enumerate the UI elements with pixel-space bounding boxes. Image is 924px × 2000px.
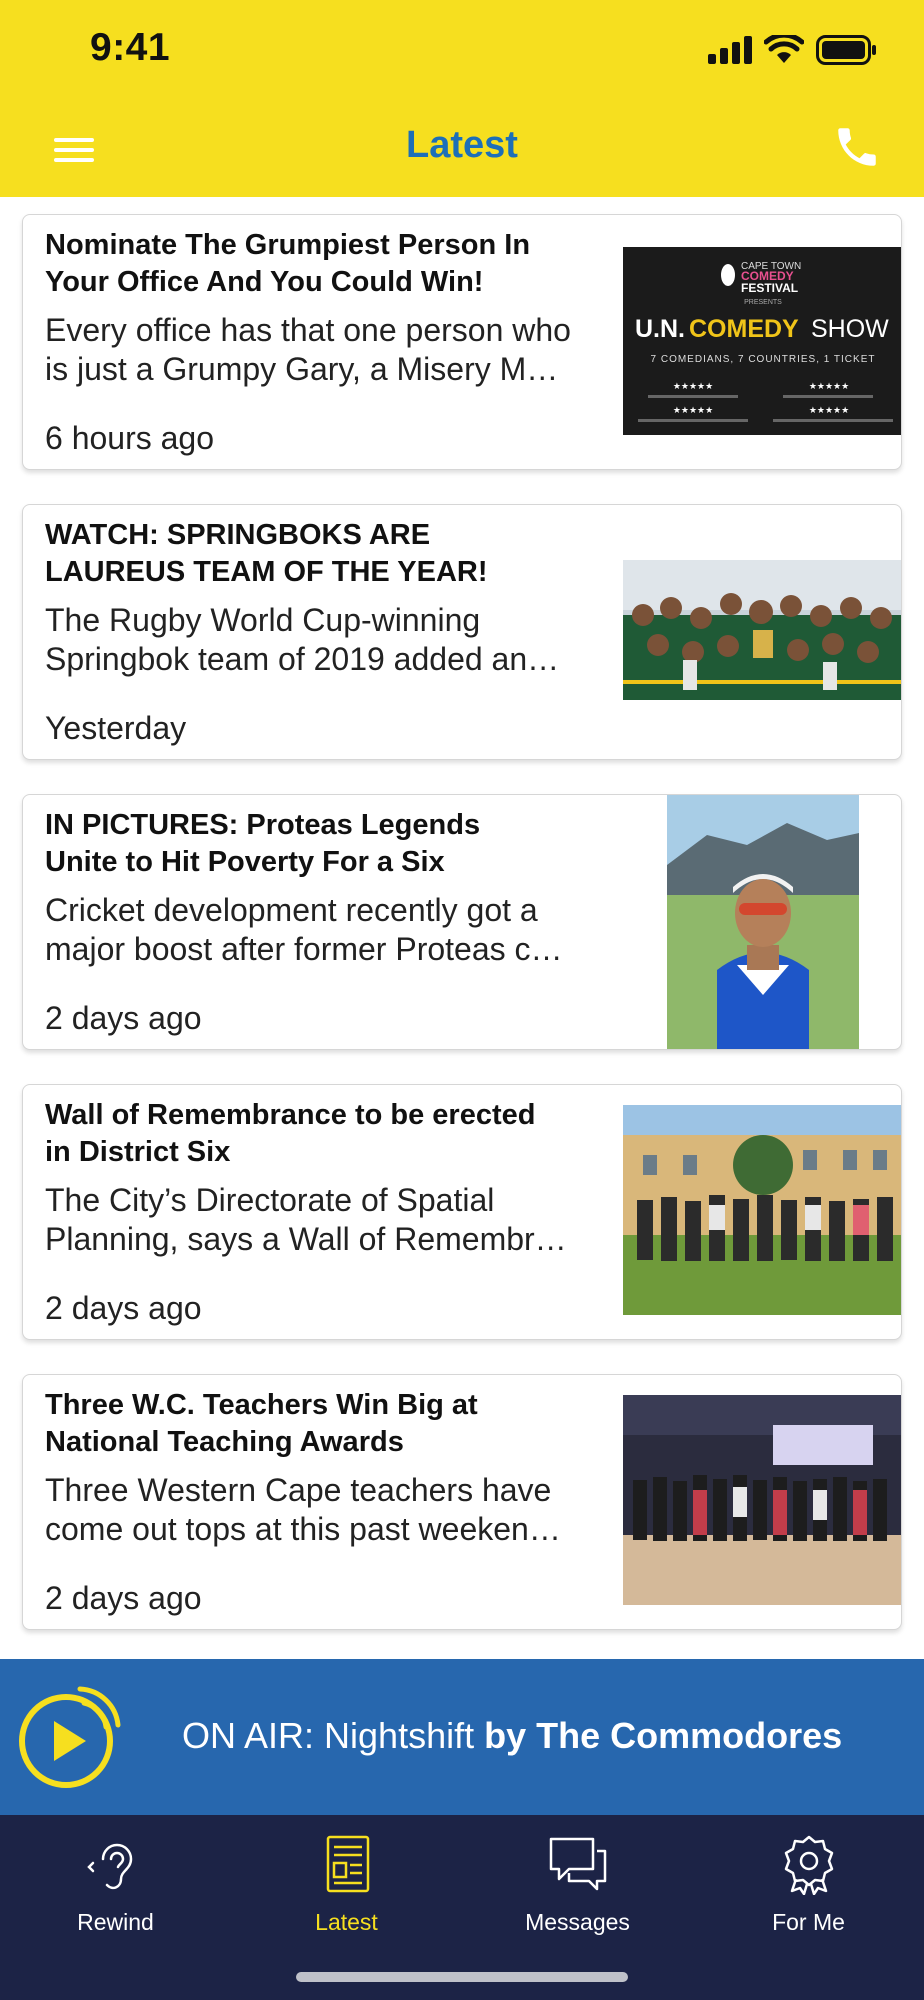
news-summary: The City’s Directorate of Spatial Planni… — [45, 1181, 625, 1259]
news-card-text: IN PICTURES: Proteas Legends Unite to Hi… — [45, 807, 625, 969]
status-time: 9:41 — [90, 26, 171, 69]
tab-latest[interactable]: Latest — [231, 1815, 462, 1965]
news-thumbnail-teachers — [623, 1395, 901, 1605]
headline-line: WATCH: SPRINGBOKS ARE — [45, 519, 431, 551]
news-summary: Cricket development recently got a major… — [45, 891, 625, 969]
home-indicator[interactable] — [296, 1972, 628, 1982]
summary-line: is just a Grumpy Gary, a Misery M… — [45, 351, 559, 387]
news-summary: Every office has that one person who is … — [45, 311, 625, 389]
now-playing-artist: by The Commodores — [484, 1715, 843, 1756]
news-card-text: Nominate The Grumpiest Person In Your Of… — [45, 227, 625, 389]
poster-presents: PRESENTS — [744, 299, 782, 306]
play-icon[interactable] — [14, 1681, 126, 1793]
headline-line: Unite to Hit Poverty For a Six — [45, 846, 445, 878]
news-card[interactable]: WATCH: SPRINGBOKS ARE LAUREUS TEAM OF TH… — [22, 504, 902, 760]
group-photo-district-six — [623, 1105, 901, 1315]
news-headline: Nominate The Grumpiest Person In Your Of… — [45, 227, 625, 301]
poster-stars: ★★★★★ — [809, 406, 849, 416]
headline-line: Three W.C. Teachers Win Big at — [45, 1389, 478, 1421]
news-card-text: Wall of Remembrance to be erected in Dis… — [45, 1097, 625, 1259]
poster-show-suffix: SHOW — [811, 315, 889, 343]
news-headline: Wall of Remembrance to be erected in Dis… — [45, 1097, 625, 1171]
cricketer-photo — [667, 795, 859, 1049]
summary-line: Springbok team of 2019 added an… — [45, 641, 560, 677]
summary-line: The City’s Directorate of Spatial — [45, 1182, 495, 1218]
tab-for-me[interactable]: For Me — [693, 1815, 924, 1965]
summary-line: come out tops at this past weeken… — [45, 1511, 561, 1547]
headline-line: National Teaching Awards — [45, 1426, 404, 1458]
newspaper-icon — [326, 1835, 370, 1893]
poster-stars: ★★★★★ — [809, 382, 849, 392]
poster-show-comedy: COMEDY — [689, 315, 799, 343]
headline-line: Wall of Remembrance to be erected — [45, 1099, 536, 1131]
springboks-photo — [623, 560, 901, 700]
news-headline: IN PICTURES: Proteas Legends Unite to Hi… — [45, 807, 625, 881]
news-thumbnail-comedy-poster: CAPE TOWN COMEDY FESTIVAL PRESENTS U.N. … — [623, 247, 901, 435]
now-playing-text: ON AIR: Nightshift by The Commodores — [182, 1715, 842, 1757]
chat-bubbles-icon — [549, 1837, 607, 1891]
headline-line: in District Six — [45, 1136, 231, 1168]
news-thumbnail-proteas — [667, 795, 859, 1049]
headline-line: Your Office And You Could Win! — [45, 266, 484, 298]
ear-icon — [87, 1843, 133, 1890]
news-headline: WATCH: SPRINGBOKS ARE LAUREUS TEAM OF TH… — [45, 517, 625, 591]
phone-icon[interactable] — [832, 122, 882, 172]
news-time: 2 days ago — [45, 1580, 202, 1616]
comedy-poster-image: CAPE TOWN COMEDY FESTIVAL PRESENTS U.N. … — [623, 247, 901, 435]
battery-icon — [816, 35, 876, 65]
poster-stars: ★★★★★ — [673, 406, 713, 416]
news-card-text: WATCH: SPRINGBOKS ARE LAUREUS TEAM OF TH… — [45, 517, 625, 679]
news-card-text: Three W.C. Teachers Win Big at National … — [45, 1387, 625, 1549]
news-time: 2 days ago — [45, 1000, 202, 1036]
badge-icon — [784, 1835, 834, 1895]
tab-label: Rewind — [77, 1909, 154, 1935]
poster-show-prefix: U.N. — [635, 315, 685, 343]
news-card[interactable]: Wall of Remembrance to be erected in Dis… — [22, 1084, 902, 1340]
now-playing-bar[interactable]: ON AIR: Nightshift by The Commodores — [0, 1659, 924, 1815]
news-time: 6 hours ago — [45, 420, 215, 456]
tab-label: For Me — [772, 1909, 845, 1935]
news-headline: Three W.C. Teachers Win Big at National … — [45, 1387, 625, 1461]
news-time: Yesterday — [45, 710, 187, 746]
news-card[interactable]: IN PICTURES: Proteas Legends Unite to Hi… — [22, 794, 902, 1050]
cellular-signal-icon — [708, 36, 752, 64]
summary-line: Every office has that one person who — [45, 312, 571, 348]
news-card[interactable]: Three W.C. Teachers Win Big at National … — [22, 1374, 902, 1630]
news-card[interactable]: Nominate The Grumpiest Person In Your Of… — [22, 214, 902, 470]
tab-label: Latest — [315, 1909, 378, 1935]
news-list[interactable]: Nominate The Grumpiest Person In Your Of… — [0, 197, 924, 1659]
tab-rewind[interactable]: Rewind — [0, 1815, 231, 1965]
headline-line: IN PICTURES: Proteas Legends — [45, 809, 481, 841]
now-playing-show: ON AIR: Nightshift — [182, 1715, 475, 1756]
poster-festival-line3: FESTIVAL — [741, 281, 798, 295]
summary-line: Three Western Cape teachers have — [45, 1472, 552, 1508]
headline-line: Nominate The Grumpiest Person In — [45, 229, 531, 261]
poster-tagline: 7 COMEDIANS, 7 COUNTRIES, 1 TICKET — [651, 354, 876, 365]
wifi-icon — [764, 35, 804, 63]
summary-line: Planning, says a Wall of Remembr… — [45, 1221, 567, 1257]
page-title: Latest — [406, 124, 518, 166]
poster-stars: ★★★★★ — [673, 382, 713, 392]
headline-line: LAUREUS TEAM OF THE YEAR! — [45, 556, 488, 588]
news-thumbnail-springboks — [623, 560, 901, 700]
app-header: 9:41 Latest — [0, 0, 924, 197]
tab-messages[interactable]: Messages — [462, 1815, 693, 1965]
news-time: 2 days ago — [45, 1290, 202, 1326]
news-thumbnail-district-six — [623, 1105, 901, 1315]
tab-label: Messages — [525, 1909, 630, 1935]
summary-line: major boost after former Proteas c… — [45, 931, 563, 967]
news-summary: Three Western Cape teachers have come ou… — [45, 1471, 625, 1549]
summary-line: The Rugby World Cup-winning — [45, 602, 481, 638]
summary-line: Cricket development recently got a — [45, 892, 538, 928]
teachers-awards-photo — [623, 1395, 901, 1605]
status-icons — [708, 34, 876, 66]
news-summary: The Rugby World Cup-winning Springbok te… — [45, 601, 625, 679]
